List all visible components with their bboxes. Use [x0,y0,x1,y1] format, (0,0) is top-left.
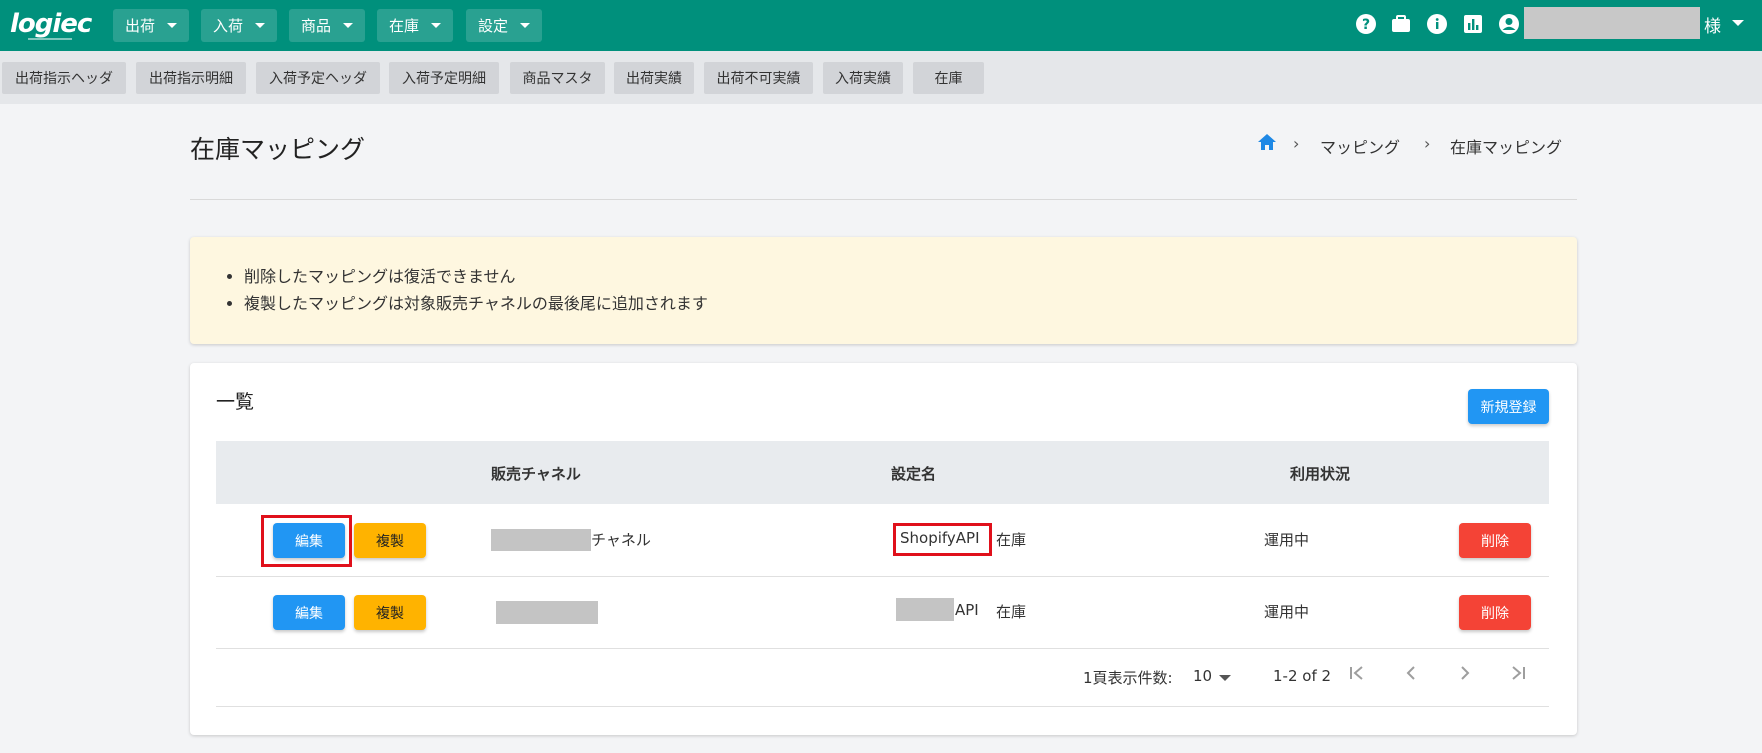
chevron-down-icon [255,23,265,28]
chevron-down-icon [431,23,441,28]
tab-product-master[interactable]: 商品マスタ [510,62,605,94]
first-page-icon[interactable] [1347,663,1367,688]
next-page-icon[interactable] [1455,663,1475,688]
edit-button[interactable]: 編集 [273,595,345,630]
status-text: 運用中 [1264,603,1310,621]
menu-products[interactable]: 商品 [289,9,365,42]
info-icon[interactable] [1425,12,1449,36]
top-navigation-bar: logiec 出荷 入荷 商品 在庫 設定 ? 様 [0,0,1762,51]
setting-name-redacted [896,598,954,621]
tab-unshippable-results[interactable]: 出荷不可実績 [704,62,813,94]
menu-receiving[interactable]: 入荷 [201,9,277,42]
tab-receiving-detail[interactable]: 入荷予定明細 [389,62,499,94]
new-register-button[interactable]: 新規登録 [1468,389,1549,424]
setting-suffix: 在庫 [996,531,1027,549]
breadcrumb-current: 在庫マッピング [1450,138,1563,157]
delete-button[interactable]: 削除 [1459,523,1531,558]
table-header: 販売チャネル 設定名 利用状況 [216,441,1549,504]
account-icon[interactable] [1497,12,1521,36]
column-channel[interactable]: 販売チャネル [491,463,581,484]
channel-name-redacted [491,529,591,551]
status-text: 運用中 [1264,531,1310,549]
page-range: 1-2 of 2 [1273,667,1332,685]
user-name-redacted [1524,7,1700,39]
per-page-select[interactable]: 10 [1193,667,1212,685]
menu-shipping[interactable]: 出荷 [113,9,189,42]
tab-receiving-header[interactable]: 入荷予定ヘッダ [256,62,380,94]
logo-underline [28,38,72,40]
breadcrumb-mapping[interactable]: マッピング [1320,134,1400,158]
menu-shipping-label: 出荷 [125,17,156,35]
chevron-down-icon [343,23,353,28]
title-divider [190,199,1577,200]
channel-name-redacted [496,601,598,624]
breadcrumb-separator-icon: › [1293,134,1300,153]
column-status[interactable]: 利用状況 [1290,463,1350,484]
help-icon[interactable]: ? [1354,12,1378,36]
chevron-down-icon[interactable] [1219,675,1231,681]
breadcrumb-separator-icon: › [1424,134,1431,153]
sub-navigation: 出荷指示ヘッダ 出荷指示明細 入荷予定ヘッダ 入荷予定明細 商品マスタ 出荷実績… [0,51,1762,104]
menu-settings[interactable]: 設定 [466,9,542,42]
chevron-down-icon [520,23,530,28]
last-page-icon[interactable] [1508,663,1528,688]
page-title: 在庫マッピング [190,135,366,164]
home-icon[interactable] [1257,133,1277,155]
copy-button[interactable]: 複製 [354,595,426,630]
user-menu-chevron-icon[interactable] [1732,20,1744,26]
setting-name: API [955,601,979,619]
tab-inventory[interactable]: 在庫 [913,62,984,94]
footer-divider [216,706,1549,707]
briefcase-icon[interactable] [1389,12,1413,36]
menu-inventory[interactable]: 在庫 [377,9,453,42]
tab-shipping-results[interactable]: 出荷実績 [614,62,694,94]
edit-button[interactable]: 編集 [273,523,345,558]
notice-item: 削除したマッピングは復活できません [244,263,708,290]
list-title: 一覧 [216,391,255,413]
delete-button[interactable]: 削除 [1459,595,1531,630]
column-setting-name[interactable]: 設定名 [891,463,936,484]
menu-products-label: 商品 [301,17,332,35]
setting-name: ShopifyAPI [900,529,980,547]
list-card: 一覧 新規登録 販売チャネル 設定名 利用状況 編集 複製 チャネル Shopi… [190,363,1577,735]
chart-icon[interactable] [1461,12,1485,36]
row-divider [216,648,1549,649]
prev-page-icon[interactable] [1401,663,1421,688]
menu-settings-label: 設定 [478,17,509,35]
logo[interactable]: logiec [10,9,92,39]
menu-inventory-label: 在庫 [389,17,420,35]
notice-box: 削除したマッピングは復活できません 複製したマッピングは対象販売チャネルの最後尾… [190,237,1577,344]
tab-shipping-detail[interactable]: 出荷指示明細 [136,62,246,94]
user-suffix: 様 [1704,17,1721,37]
svg-text:?: ? [1362,17,1370,33]
tab-shipping-header[interactable]: 出荷指示ヘッダ [2,62,126,94]
notice-item: 複製したマッピングは対象販売チャネルの最後尾に追加されます [244,290,708,317]
chevron-down-icon [167,23,177,28]
row-divider [216,576,1549,577]
tab-receiving-results[interactable]: 入荷実績 [823,62,903,94]
copy-button[interactable]: 複製 [354,523,426,558]
menu-receiving-label: 入荷 [213,17,244,35]
channel-name: チャネル [591,531,651,549]
per-page-label: 1頁表示件数: [1083,669,1173,687]
setting-suffix: 在庫 [996,603,1027,621]
